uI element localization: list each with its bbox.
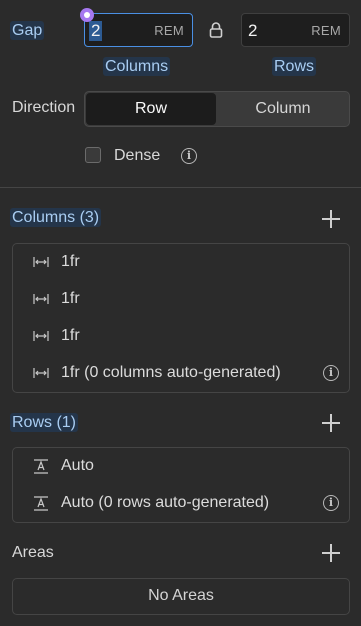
- row-item-label: Auto (0 rows auto-generated): [61, 494, 270, 511]
- arrows-horizontal-icon: [33, 257, 49, 267]
- gap-columns-value[interactable]: 2: [89, 21, 103, 41]
- section-divider: [0, 187, 361, 188]
- areas-section-title: Areas: [12, 544, 54, 561]
- direction-segmented-control[interactable]: Row Column: [84, 91, 350, 127]
- column-item-auto[interactable]: 1fr (0 columns auto-generated) i: [13, 359, 349, 389]
- gap-rows-unit[interactable]: REM: [311, 23, 341, 38]
- columns-list: 1fr 1fr 1fr 1fr (0 columns auto-generate…: [12, 243, 350, 393]
- gap-rows-input[interactable]: 2 REM: [241, 13, 350, 47]
- gap-columns-unit[interactable]: REM: [154, 23, 184, 38]
- add-area-plus-icon[interactable]: [322, 544, 340, 562]
- info-icon[interactable]: i: [181, 148, 197, 164]
- column-item[interactable]: 1fr: [13, 322, 349, 352]
- gap-rows-caption: Rows: [272, 57, 317, 76]
- column-item-label: 1fr: [61, 290, 80, 307]
- column-item-label: 1fr: [61, 253, 80, 270]
- gap-columns-caption: Columns: [103, 57, 171, 76]
- areas-list: No Areas: [12, 578, 350, 615]
- lock-icon[interactable]: [209, 22, 223, 38]
- arrows-horizontal-icon: [33, 294, 49, 304]
- no-areas-text: No Areas: [148, 587, 214, 604]
- column-item[interactable]: 1fr: [13, 248, 349, 278]
- info-icon[interactable]: i: [323, 365, 339, 381]
- column-item[interactable]: 1fr: [13, 285, 349, 315]
- gap-columns-input[interactable]: 2 REM: [84, 13, 193, 47]
- gap-label: Gap: [10, 21, 45, 40]
- drag-handle[interactable]: [80, 8, 94, 22]
- direction-option-row[interactable]: Row: [86, 93, 216, 125]
- rows-list: Auto Auto (0 rows auto-generated) i: [12, 447, 350, 523]
- text-height-icon: [34, 459, 48, 474]
- column-item-label: 1fr: [61, 327, 80, 344]
- gap-rows-value[interactable]: 2: [248, 21, 257, 41]
- row-item-auto[interactable]: Auto (0 rows auto-generated) i: [13, 489, 349, 519]
- column-item-label: 1fr (0 columns auto-generated): [61, 364, 281, 381]
- dense-checkbox[interactable]: [85, 147, 101, 163]
- arrows-horizontal-icon: [33, 368, 49, 378]
- rows-section-title[interactable]: Rows (1): [10, 413, 79, 433]
- columns-section-title[interactable]: Columns (3): [10, 208, 102, 228]
- dense-label: Dense: [114, 147, 161, 164]
- direction-option-column[interactable]: Column: [217, 93, 349, 125]
- add-column-plus-icon[interactable]: [322, 210, 340, 228]
- text-height-icon: [34, 496, 48, 511]
- direction-label: Direction: [12, 99, 76, 116]
- add-row-plus-icon[interactable]: [322, 414, 340, 432]
- row-item-label: Auto: [61, 457, 94, 474]
- arrows-horizontal-icon: [33, 331, 49, 341]
- row-item[interactable]: Auto: [13, 452, 349, 482]
- info-icon[interactable]: i: [323, 495, 339, 511]
